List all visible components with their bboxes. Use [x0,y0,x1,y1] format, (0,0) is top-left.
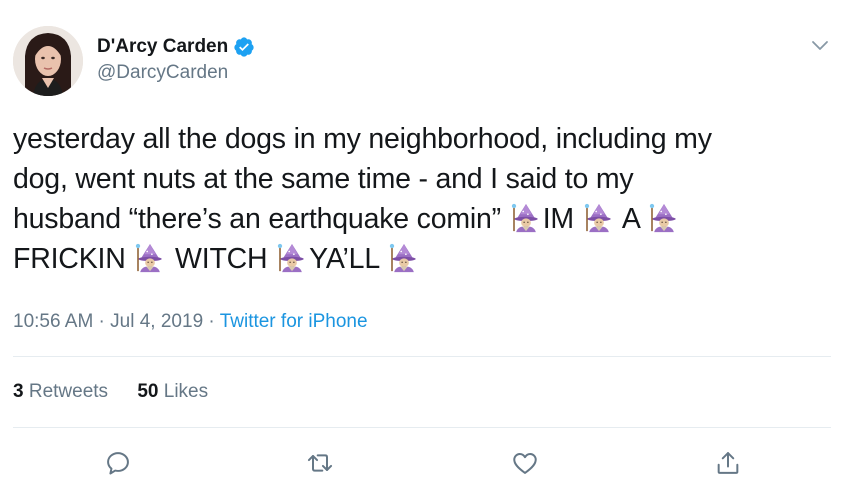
handle[interactable]: @DarcyCarden [97,62,255,84]
retweets-count: 3 [13,381,24,402]
tweet-text-line: yesterday all the dogs in my neighborhoo… [13,119,843,159]
tweet-text-segment: WITCH [167,243,276,275]
tweet-text-segment: dog, went nuts at the same time - and I … [13,163,634,195]
share-icon[interactable] [714,449,742,477]
retweets-stat[interactable]: 3 Retweets [13,381,108,402]
likes-stat[interactable]: 50 Likes [137,381,208,402]
tweet-text-line: dog, went nuts at the same time - and I … [13,159,843,199]
avatar-image [13,26,83,96]
avatar[interactable] [13,26,83,96]
display-name-row: D'Arcy Carden [97,34,255,60]
mage-emoji-icon [511,203,538,233]
mage-emoji-icon [389,243,416,273]
reply-icon[interactable] [104,449,132,477]
mage-emoji-icon [278,243,304,273]
tweet-date[interactable]: Jul 4, 2019 [110,311,203,332]
tweet-text-line: FRICKIN WITCH YA’LL [13,239,843,279]
tweet-card: D'Arcy Carden @DarcyCarden yesterday all… [0,0,850,501]
mage-emoji-icon [136,243,163,273]
tweet-text-line: husband “there’s an earthquake comin” IM… [13,199,843,239]
tweet-stats: 3 Retweets 50 Likes [13,381,232,403]
chevron-down-icon[interactable] [810,36,830,56]
retweet-icon[interactable] [306,449,334,477]
tweet-text-segment: yesterday all the dogs in my neighborhoo… [13,123,712,155]
tweet-text-segment: FRICKIN [13,243,134,275]
tweet-time[interactable]: 10:56 AM [13,311,93,332]
verified-badge-icon [234,37,254,57]
tweet-text-segment: IM [542,203,582,235]
divider [13,427,831,428]
author-block: D'Arcy Carden @DarcyCarden [97,34,255,84]
tweet-text: yesterday all the dogs in my neighborhoo… [13,119,843,279]
divider [13,356,831,357]
heart-icon[interactable] [511,449,539,477]
tweet-meta: 10:56 AM · Jul 4, 2019 · Twitter for iPh… [13,311,368,333]
retweets-label: Retweets [28,381,109,402]
tweet-text-segment: husband “there’s an earthquake comin” [13,203,509,235]
mage-emoji-icon [649,203,676,233]
tweet-source-link[interactable]: Twitter for iPhone [220,311,368,332]
display-name[interactable]: D'Arcy Carden [97,36,228,58]
meta-separator: · [93,311,111,332]
tweet-text-segment: YA’LL [309,243,387,275]
mage-emoji-icon [584,203,611,233]
likes-label: Likes [163,381,209,402]
likes-count: 50 [137,381,159,402]
meta-separator: · [203,311,220,332]
tweet-text-segment: A [615,203,647,235]
